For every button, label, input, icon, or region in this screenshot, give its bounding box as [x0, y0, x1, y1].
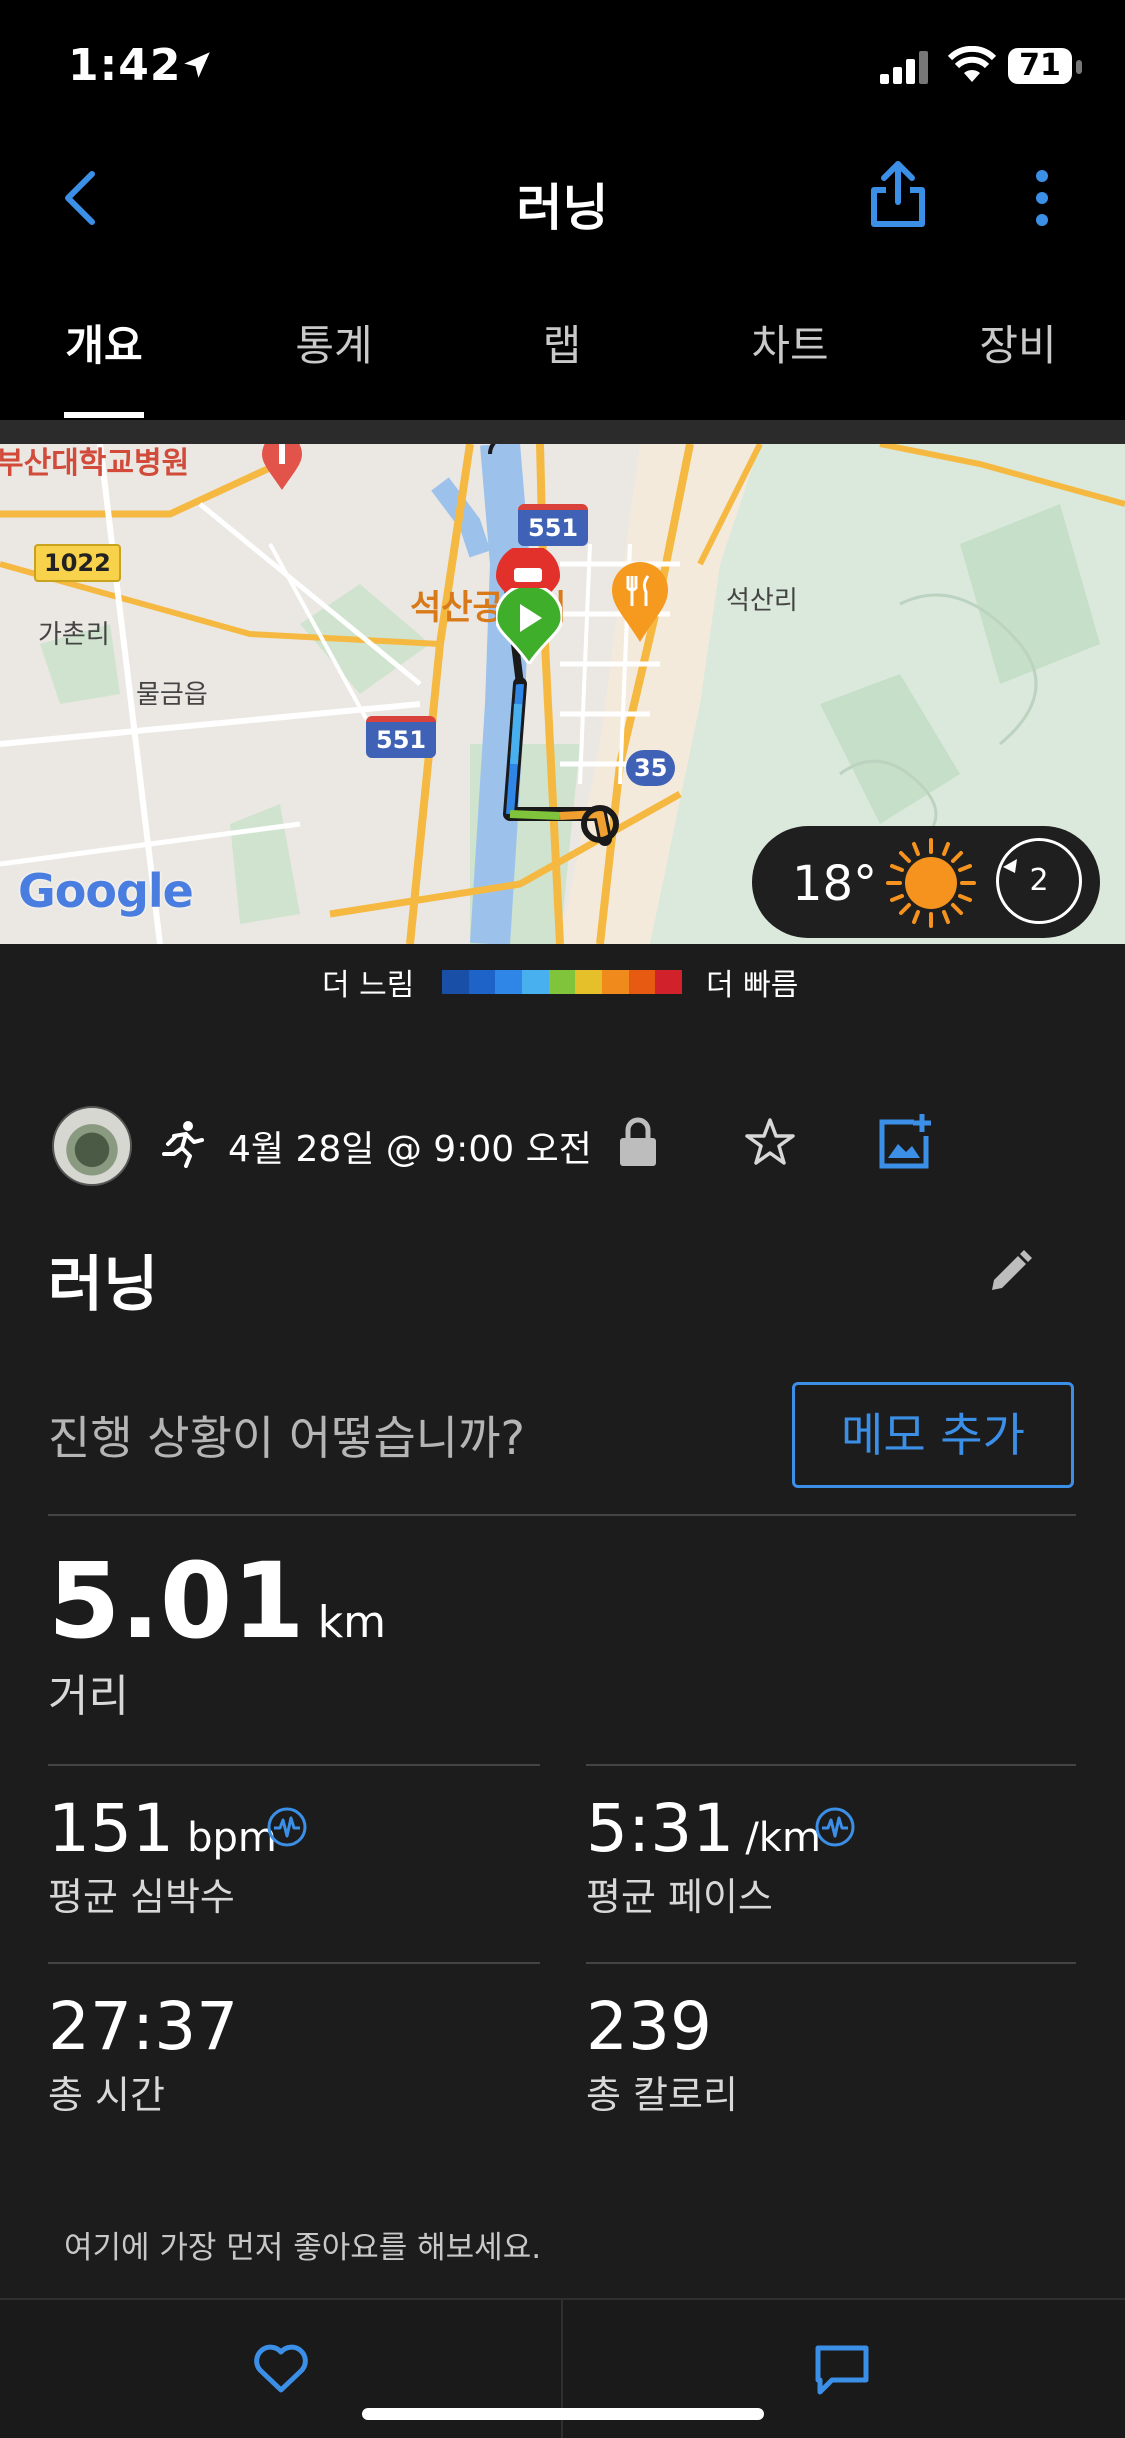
legend-swatch — [548, 970, 576, 994]
tab-stats[interactable]: 통계 — [244, 312, 424, 373]
legend-swatch — [468, 970, 496, 994]
pace-label: 평균 페이스 — [586, 1875, 773, 1919]
wind-indicator: 2 — [996, 838, 1082, 924]
bottom-action-bar — [0, 2298, 1125, 2438]
legend-swatch — [628, 970, 656, 994]
tab-charts[interactable]: 차트 — [700, 312, 880, 373]
hospital-pin-icon — [262, 444, 302, 490]
route-map[interactable]: 부산대학교병원 1022 가촌리 물금읍 551 551 35 석산공원기 석산… — [0, 444, 1125, 944]
comment-icon[interactable] — [814, 2344, 870, 2396]
edit-pencil-icon[interactable] — [988, 1250, 1032, 1294]
sun-icon — [886, 838, 976, 928]
legend-swatch — [522, 970, 549, 994]
lock-icon[interactable] — [618, 1116, 658, 1168]
divider — [48, 1764, 540, 1766]
active-tab-indicator — [64, 412, 144, 418]
tab-overview[interactable]: 개요 — [14, 312, 194, 373]
route-35-shield: 35 — [626, 750, 676, 786]
battery-icon: 71 — [1008, 48, 1072, 84]
distance-value: 5.01 — [48, 1540, 305, 1662]
share-icon[interactable] — [868, 160, 928, 228]
legend-slow-label: 더 느림 — [322, 968, 415, 1003]
add-memo-button[interactable]: 메모 추가 — [792, 1382, 1074, 1488]
distance-label: 거리 — [48, 1671, 129, 1722]
heart-rate-unit: bpm — [187, 1815, 277, 1861]
distance-unit: km — [317, 1597, 387, 1648]
legend-swatch — [602, 970, 629, 994]
legend-swatch — [495, 970, 523, 994]
divider — [48, 1514, 1076, 1516]
restaurant-pin-icon — [612, 562, 668, 642]
distance-stat: 5.01 km — [48, 1540, 386, 1662]
battery-cap — [1076, 60, 1082, 74]
route-35-label: 35 — [634, 754, 668, 782]
activity-title: 러닝 — [48, 1250, 159, 1320]
heart-rate-sensor-icon — [267, 1807, 307, 1847]
home-indicator — [362, 2408, 764, 2420]
pace-legend: 더 느림 더 빠름 — [0, 960, 1125, 1003]
page-title: 러닝 — [516, 179, 609, 237]
hospital-label: 부산대학교병원 — [0, 446, 190, 481]
seoksan-label: 석산리 — [726, 586, 798, 616]
divider — [586, 1962, 1076, 1964]
divider — [586, 1764, 1076, 1766]
location-arrow-icon — [184, 52, 210, 78]
star-icon[interactable] — [744, 1116, 796, 1168]
route-551-shield-left: 551 — [366, 716, 437, 758]
legend-swatch — [575, 970, 603, 994]
pace-unit: /km — [745, 1815, 821, 1861]
weather-badge[interactable]: 18° 2 — [752, 826, 1100, 938]
legend-swatch — [655, 970, 683, 994]
pace-stat: 5:31 /km — [586, 1790, 821, 1867]
add-photo-icon[interactable] — [878, 1112, 934, 1170]
legend-gradient — [442, 970, 683, 994]
add-memo-button-label: 메모 추가 — [841, 1408, 1025, 1462]
separator — [0, 420, 1125, 444]
memo-prompt: 진행 상황이 어떻습니까? — [48, 1411, 525, 1465]
heart-rate-stat: 151 bpm — [48, 1790, 277, 1867]
battery-level: 71 — [1019, 48, 1061, 83]
activity-date: 4월 28일 @ 9:00 오전 — [228, 1129, 592, 1170]
wifi-icon — [948, 46, 996, 82]
avatar[interactable] — [52, 1106, 132, 1186]
divider — [48, 1962, 540, 1964]
mulgeum-label: 물금읍 — [136, 680, 208, 710]
wind-speed: 2 — [1029, 863, 1049, 898]
calories-value: 239 — [586, 1988, 712, 2065]
legend-swatch — [442, 970, 469, 994]
gachon-label: 가촌리 — [38, 620, 110, 650]
road-1022-shield: 1022 — [34, 544, 121, 582]
route-551-top-label: 551 — [528, 514, 579, 542]
route-551-shield-top: 551 — [518, 504, 589, 546]
start-pin-icon — [496, 588, 562, 664]
heart-rate-value: 151 — [48, 1790, 174, 1867]
heart-rate-label: 평균 심박수 — [48, 1875, 235, 1919]
temperature: 18° — [792, 856, 878, 912]
tab-laps[interactable]: 랩 — [472, 312, 652, 373]
calories-label: 총 칼로리 — [586, 2073, 738, 2117]
tab-gear[interactable]: 장비 — [928, 312, 1108, 373]
more-vertical-icon[interactable] — [1030, 168, 1054, 228]
legend-fast-label: 더 빠름 — [706, 968, 799, 1003]
like-prompt: 여기에 가장 먼저 좋아요를 해보세요. — [64, 2230, 542, 2266]
total-time-value: 27:37 — [48, 1988, 239, 2065]
like-heart-icon[interactable] — [252, 2342, 310, 2394]
signal-icon — [880, 51, 928, 84]
running-icon — [162, 1121, 204, 1168]
pace-value: 5:31 — [586, 1790, 735, 1867]
route-551-left-label: 551 — [376, 726, 427, 754]
status-bar: 1:42 71 — [0, 0, 1125, 140]
road-1022-label: 1022 — [44, 549, 111, 577]
google-logo: Google — [18, 864, 194, 918]
google-logo-text: Google — [18, 864, 194, 918]
pace-sensor-icon — [815, 1807, 855, 1847]
status-time: 1:42 — [68, 40, 182, 91]
total-time-label: 총 시간 — [48, 2073, 165, 2117]
